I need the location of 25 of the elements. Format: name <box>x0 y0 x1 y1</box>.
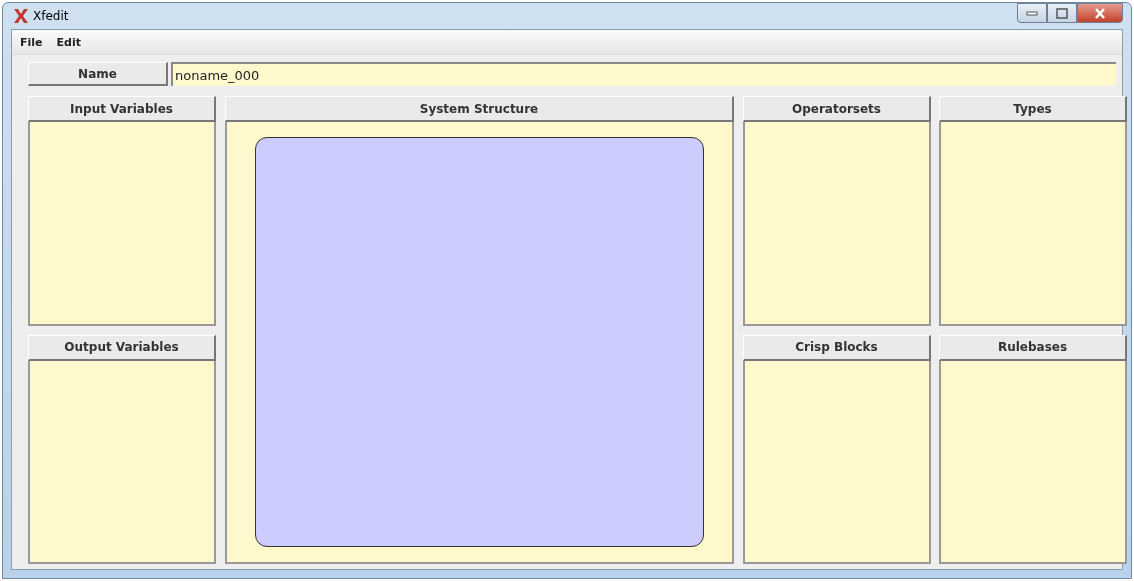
name-button[interactable]: Name <box>28 62 168 86</box>
panel-header-button[interactable]: Operatorsets <box>743 96 931 122</box>
panel-header-button[interactable]: Rulebases <box>939 334 1127 361</box>
panel-header-button[interactable]: Types <box>939 96 1127 122</box>
list-area[interactable] <box>743 360 931 564</box>
panel-header-button[interactable]: System Structure <box>225 96 734 122</box>
list-area[interactable] <box>28 360 216 564</box>
list-area[interactable] <box>28 122 216 326</box>
name-field[interactable]: noname_000 <box>171 62 1116 86</box>
x-logo-icon <box>13 8 29 24</box>
panel-header-button[interactable]: Output Variables <box>28 334 216 361</box>
panel-header-button[interactable]: Input Variables <box>28 96 216 122</box>
maximize-button[interactable] <box>1047 3 1077 23</box>
menu-item[interactable]: Edit <box>56 35 81 49</box>
close-button[interactable] <box>1077 3 1123 23</box>
maximize-icon <box>1056 7 1068 19</box>
list-area[interactable] <box>743 122 931 326</box>
close-icon <box>1094 7 1106 19</box>
menu-item[interactable]: File <box>20 35 43 49</box>
window-title: Xfedit <box>33 9 69 23</box>
list-area[interactable] <box>939 122 1127 326</box>
panel-header-button[interactable]: Crisp Blocks <box>743 334 931 361</box>
minimize-icon <box>1026 10 1038 16</box>
list-area[interactable] <box>939 360 1127 564</box>
minimize-button[interactable] <box>1017 3 1047 23</box>
